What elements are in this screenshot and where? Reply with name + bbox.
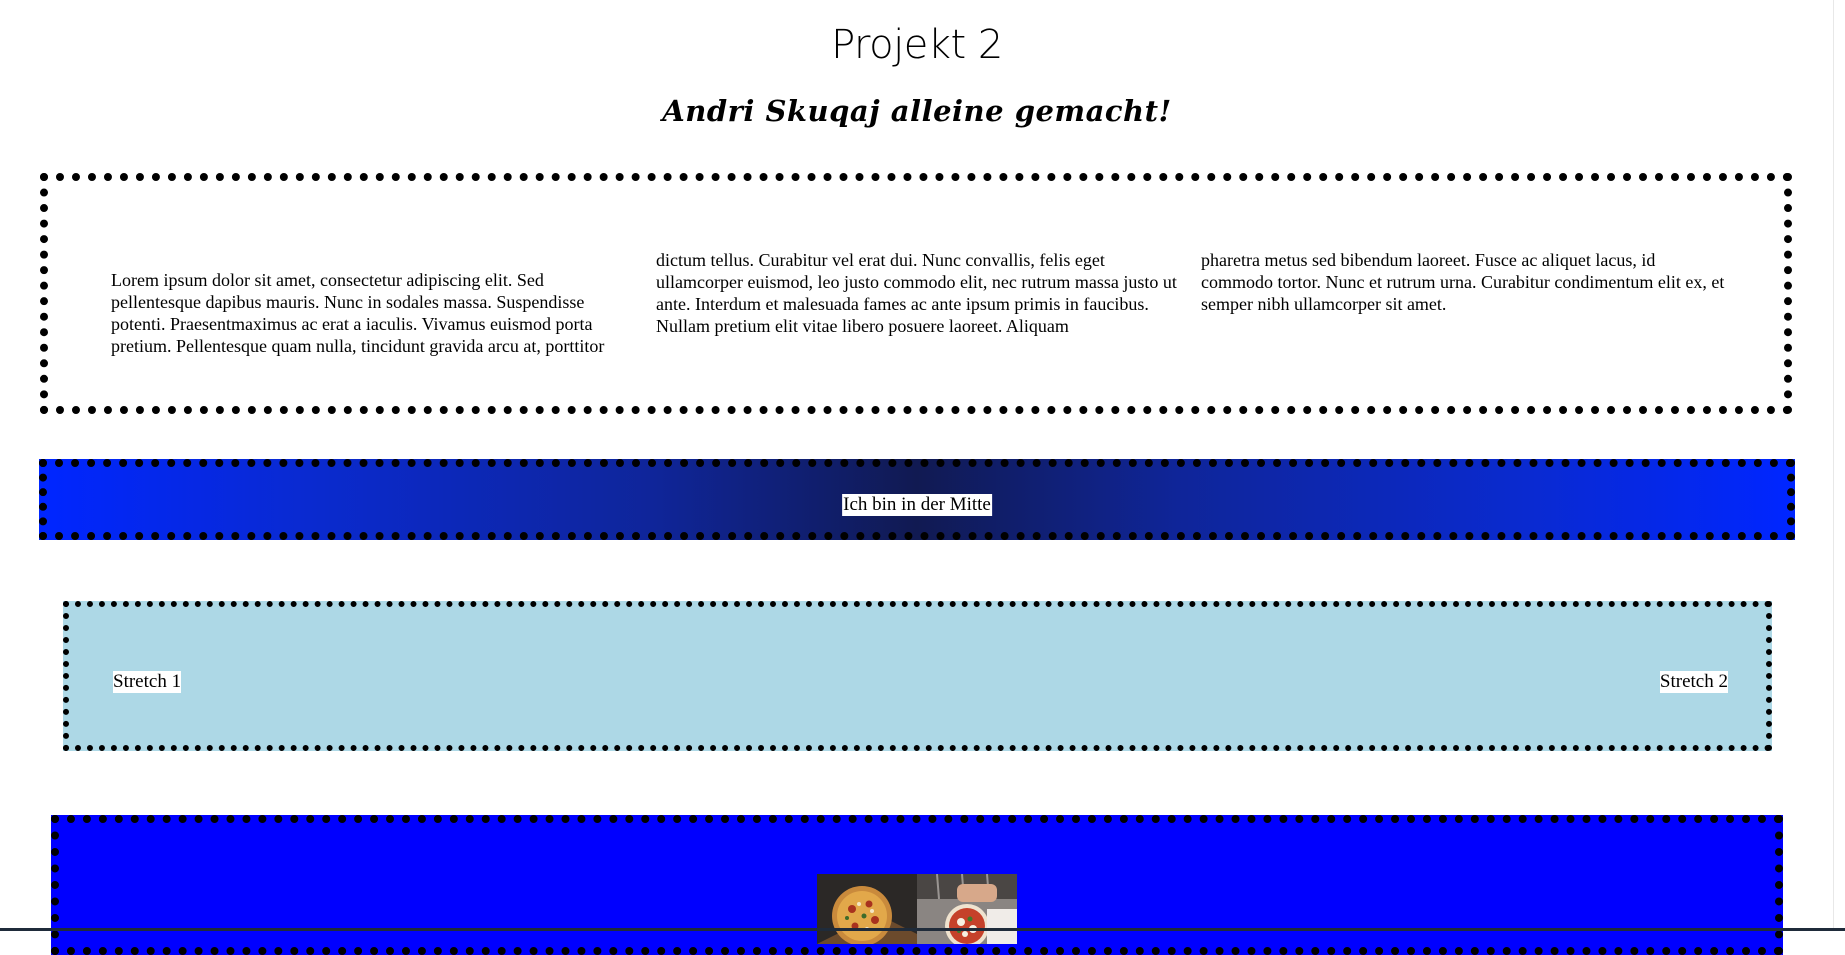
dotted-text-box: Lorem ipsum dolor sit amet, consectetur … [40,173,1792,414]
page-subtitle: Andri Skuqaj alleine gemacht! [662,94,1172,128]
text-column-1: Lorem ipsum dolor sit amet, consectetur … [111,270,605,356]
image-row [817,874,1017,944]
gradient-center-box: Ich bin in der Mitte [39,459,1795,540]
center-label: Ich bin in der Mitte [842,494,992,516]
pizza-image-2 [917,874,1017,944]
vertical-scrollbar[interactable] [1833,0,1845,928]
pizza-image-1 [817,874,917,944]
text-column-3: pharetra metus sed bibendum laoreet. Fus… [1201,250,1725,314]
stretch-box: Stretch 1 Stretch 2 [63,601,1772,751]
image-box [51,815,1783,955]
stretch-item-1: Stretch 1 [113,671,182,693]
stretch-item-2: Stretch 2 [1659,671,1728,693]
page-title: Projekt 2 [831,22,1003,68]
text-column-2: dictum tellus. Curabitur vel erat dui. N… [656,250,1177,336]
